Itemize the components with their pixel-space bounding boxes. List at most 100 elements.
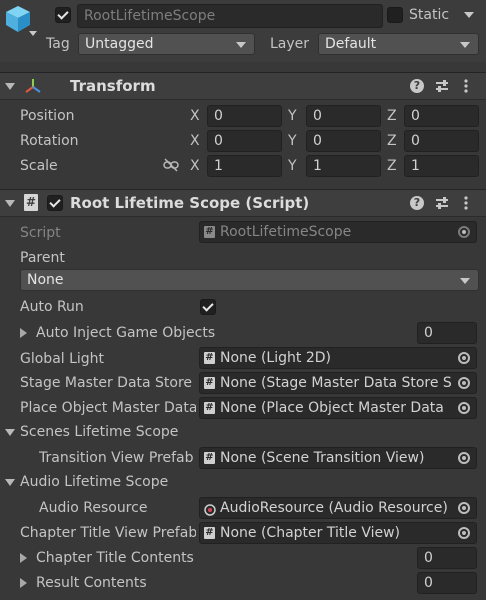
stage-master-value: None (Stage Master Data Store S (220, 375, 452, 391)
scale-z-axis-label[interactable]: Z (387, 156, 397, 176)
rotation-x-axis-label[interactable]: X (190, 131, 200, 151)
audio-resource-field[interactable]: AudioResource (Audio Resource) (199, 497, 477, 519)
transition-view-label: Transition View Prefab (39, 450, 194, 466)
object-picker-icon[interactable] (458, 377, 470, 389)
script-icon: # (204, 226, 215, 238)
tag-value: Untagged (85, 36, 154, 52)
static-toggle[interactable] (387, 7, 403, 23)
rotation-z-axis-label[interactable]: Z (387, 131, 397, 151)
transform-axes-icon (24, 77, 42, 95)
presets-icon[interactable] (434, 78, 450, 94)
rotation-y-axis-label[interactable]: Y (288, 131, 297, 151)
presets-icon[interactable] (434, 195, 450, 211)
link-icon[interactable] (163, 158, 179, 172)
kebab-menu-icon[interactable] (462, 78, 470, 94)
position-y-field[interactable]: 0 (306, 105, 381, 127)
audio-scope-label[interactable]: Audio Lifetime Scope (20, 472, 168, 492)
parent-label: Parent (20, 250, 65, 266)
rotation-x-field[interactable]: 0 (207, 130, 282, 152)
parent-value: None (27, 272, 64, 288)
chapter-contents-foldout-icon[interactable] (20, 553, 27, 563)
active-toggle[interactable] (55, 7, 71, 23)
tag-dropdown[interactable]: Untagged (78, 33, 255, 55)
rotation-z-field[interactable]: 0 (404, 130, 479, 152)
rotation-y-field[interactable]: 0 (306, 130, 381, 152)
foldout-expanded-icon[interactable] (5, 200, 15, 207)
script-icon: # (204, 352, 215, 364)
place-object-value: None (Place Object Master Data (220, 400, 444, 416)
script-reference-value: RootLifetimeScope (220, 224, 352, 240)
position-z-axis-label[interactable]: Z (387, 106, 397, 126)
auto-inject-label[interactable]: Auto Inject Game Objects (36, 323, 215, 343)
place-object-label: Place Object Master Data (20, 400, 196, 416)
layer-dropdown[interactable]: Default (318, 33, 479, 55)
result-contents-size-field[interactable]: 0 (417, 572, 477, 594)
script-icon: # (204, 402, 215, 414)
scale-y-axis-label[interactable]: Y (288, 156, 297, 176)
object-picker-icon[interactable] (458, 527, 470, 539)
component-enabled-toggle[interactable] (47, 195, 63, 211)
auto-inject-size-field[interactable]: 0 (417, 322, 477, 344)
scale-y-field[interactable]: 1 (306, 155, 381, 177)
chapter-contents-size-field[interactable]: 0 (417, 547, 477, 569)
rotation-label: Rotation (20, 133, 79, 149)
position-y-axis-label[interactable]: Y (288, 106, 297, 126)
scenes-scope-foldout-icon[interactable] (5, 429, 15, 436)
script-field-label: Script (20, 225, 61, 241)
scale-z-field[interactable]: 1 (404, 155, 479, 177)
position-z-field[interactable]: 0 (404, 105, 479, 127)
chapter-contents-label[interactable]: Chapter Title Contents (36, 548, 194, 568)
foldout-expanded-icon[interactable] (5, 83, 15, 90)
tag-label: Tag (46, 36, 70, 52)
chevron-down-icon (460, 42, 470, 48)
global-light-value: None (Light 2D) (220, 350, 331, 366)
stage-master-field[interactable]: # None (Stage Master Data Store S (199, 372, 477, 394)
help-icon[interactable]: ? (410, 196, 424, 210)
result-contents-label[interactable]: Result Contents (36, 573, 147, 593)
script-icon: # (24, 194, 38, 211)
scale-x-field[interactable]: 1 (207, 155, 282, 177)
kebab-menu-icon[interactable] (462, 195, 470, 211)
static-dropdown-arrow[interactable] (464, 12, 474, 18)
auto-run-label: Auto Run (20, 299, 84, 315)
script-reference-field: # RootLifetimeScope (199, 221, 477, 243)
parent-dropdown[interactable]: None (20, 269, 479, 291)
help-icon[interactable]: ? (410, 79, 424, 93)
object-picker-icon[interactable] (458, 502, 470, 514)
transition-view-field[interactable]: # None (Scene Transition View) (199, 447, 477, 469)
gameobject-icon-dropdown-arrow[interactable] (29, 31, 37, 36)
place-object-field[interactable]: # None (Place Object Master Data (199, 397, 477, 419)
object-picker-icon (458, 226, 470, 238)
chevron-down-icon (460, 278, 470, 284)
layer-label: Layer (270, 36, 310, 52)
position-x-axis-label[interactable]: X (190, 106, 200, 126)
transition-view-value: None (Scene Transition View) (220, 450, 425, 466)
stage-master-label: Stage Master Data Store (20, 375, 193, 391)
global-light-field[interactable]: # None (Light 2D) (199, 347, 477, 369)
object-picker-icon[interactable] (458, 452, 470, 464)
chapter-title-view-field[interactable]: # None (Chapter Title View) (199, 522, 477, 544)
object-picker-icon[interactable] (458, 352, 470, 364)
object-picker-icon[interactable] (458, 402, 470, 414)
script-icon: # (204, 377, 215, 389)
position-x-field[interactable]: 0 (207, 105, 282, 127)
gameobject-name-field[interactable]: RootLifetimeScope (77, 4, 383, 28)
transform-header[interactable]: Transform ? (0, 72, 486, 100)
cube-icon[interactable] (4, 4, 32, 34)
scale-x-axis-label[interactable]: X (190, 156, 200, 176)
transform-title: Transform (70, 77, 156, 95)
script-icon: # (204, 452, 215, 464)
static-label: Static (409, 7, 450, 23)
auto-run-checkbox[interactable] (200, 299, 216, 315)
audio-scope-foldout-icon[interactable] (5, 479, 15, 486)
script-component-header[interactable]: # Root Lifetime Scope (Script) ? (0, 189, 486, 217)
auto-inject-foldout-icon[interactable] (20, 328, 27, 338)
scale-label: Scale (20, 158, 58, 174)
audio-resource-value: AudioResource (Audio Resource) (220, 500, 448, 516)
chapter-title-view-label: Chapter Title View Prefab (20, 525, 196, 541)
chapter-title-view-value: None (Chapter Title View) (220, 525, 400, 541)
scenes-scope-label[interactable]: Scenes Lifetime Scope (20, 422, 178, 442)
layer-value: Default (325, 36, 377, 52)
scriptable-object-icon (204, 502, 216, 516)
result-contents-foldout-icon[interactable] (20, 578, 27, 588)
